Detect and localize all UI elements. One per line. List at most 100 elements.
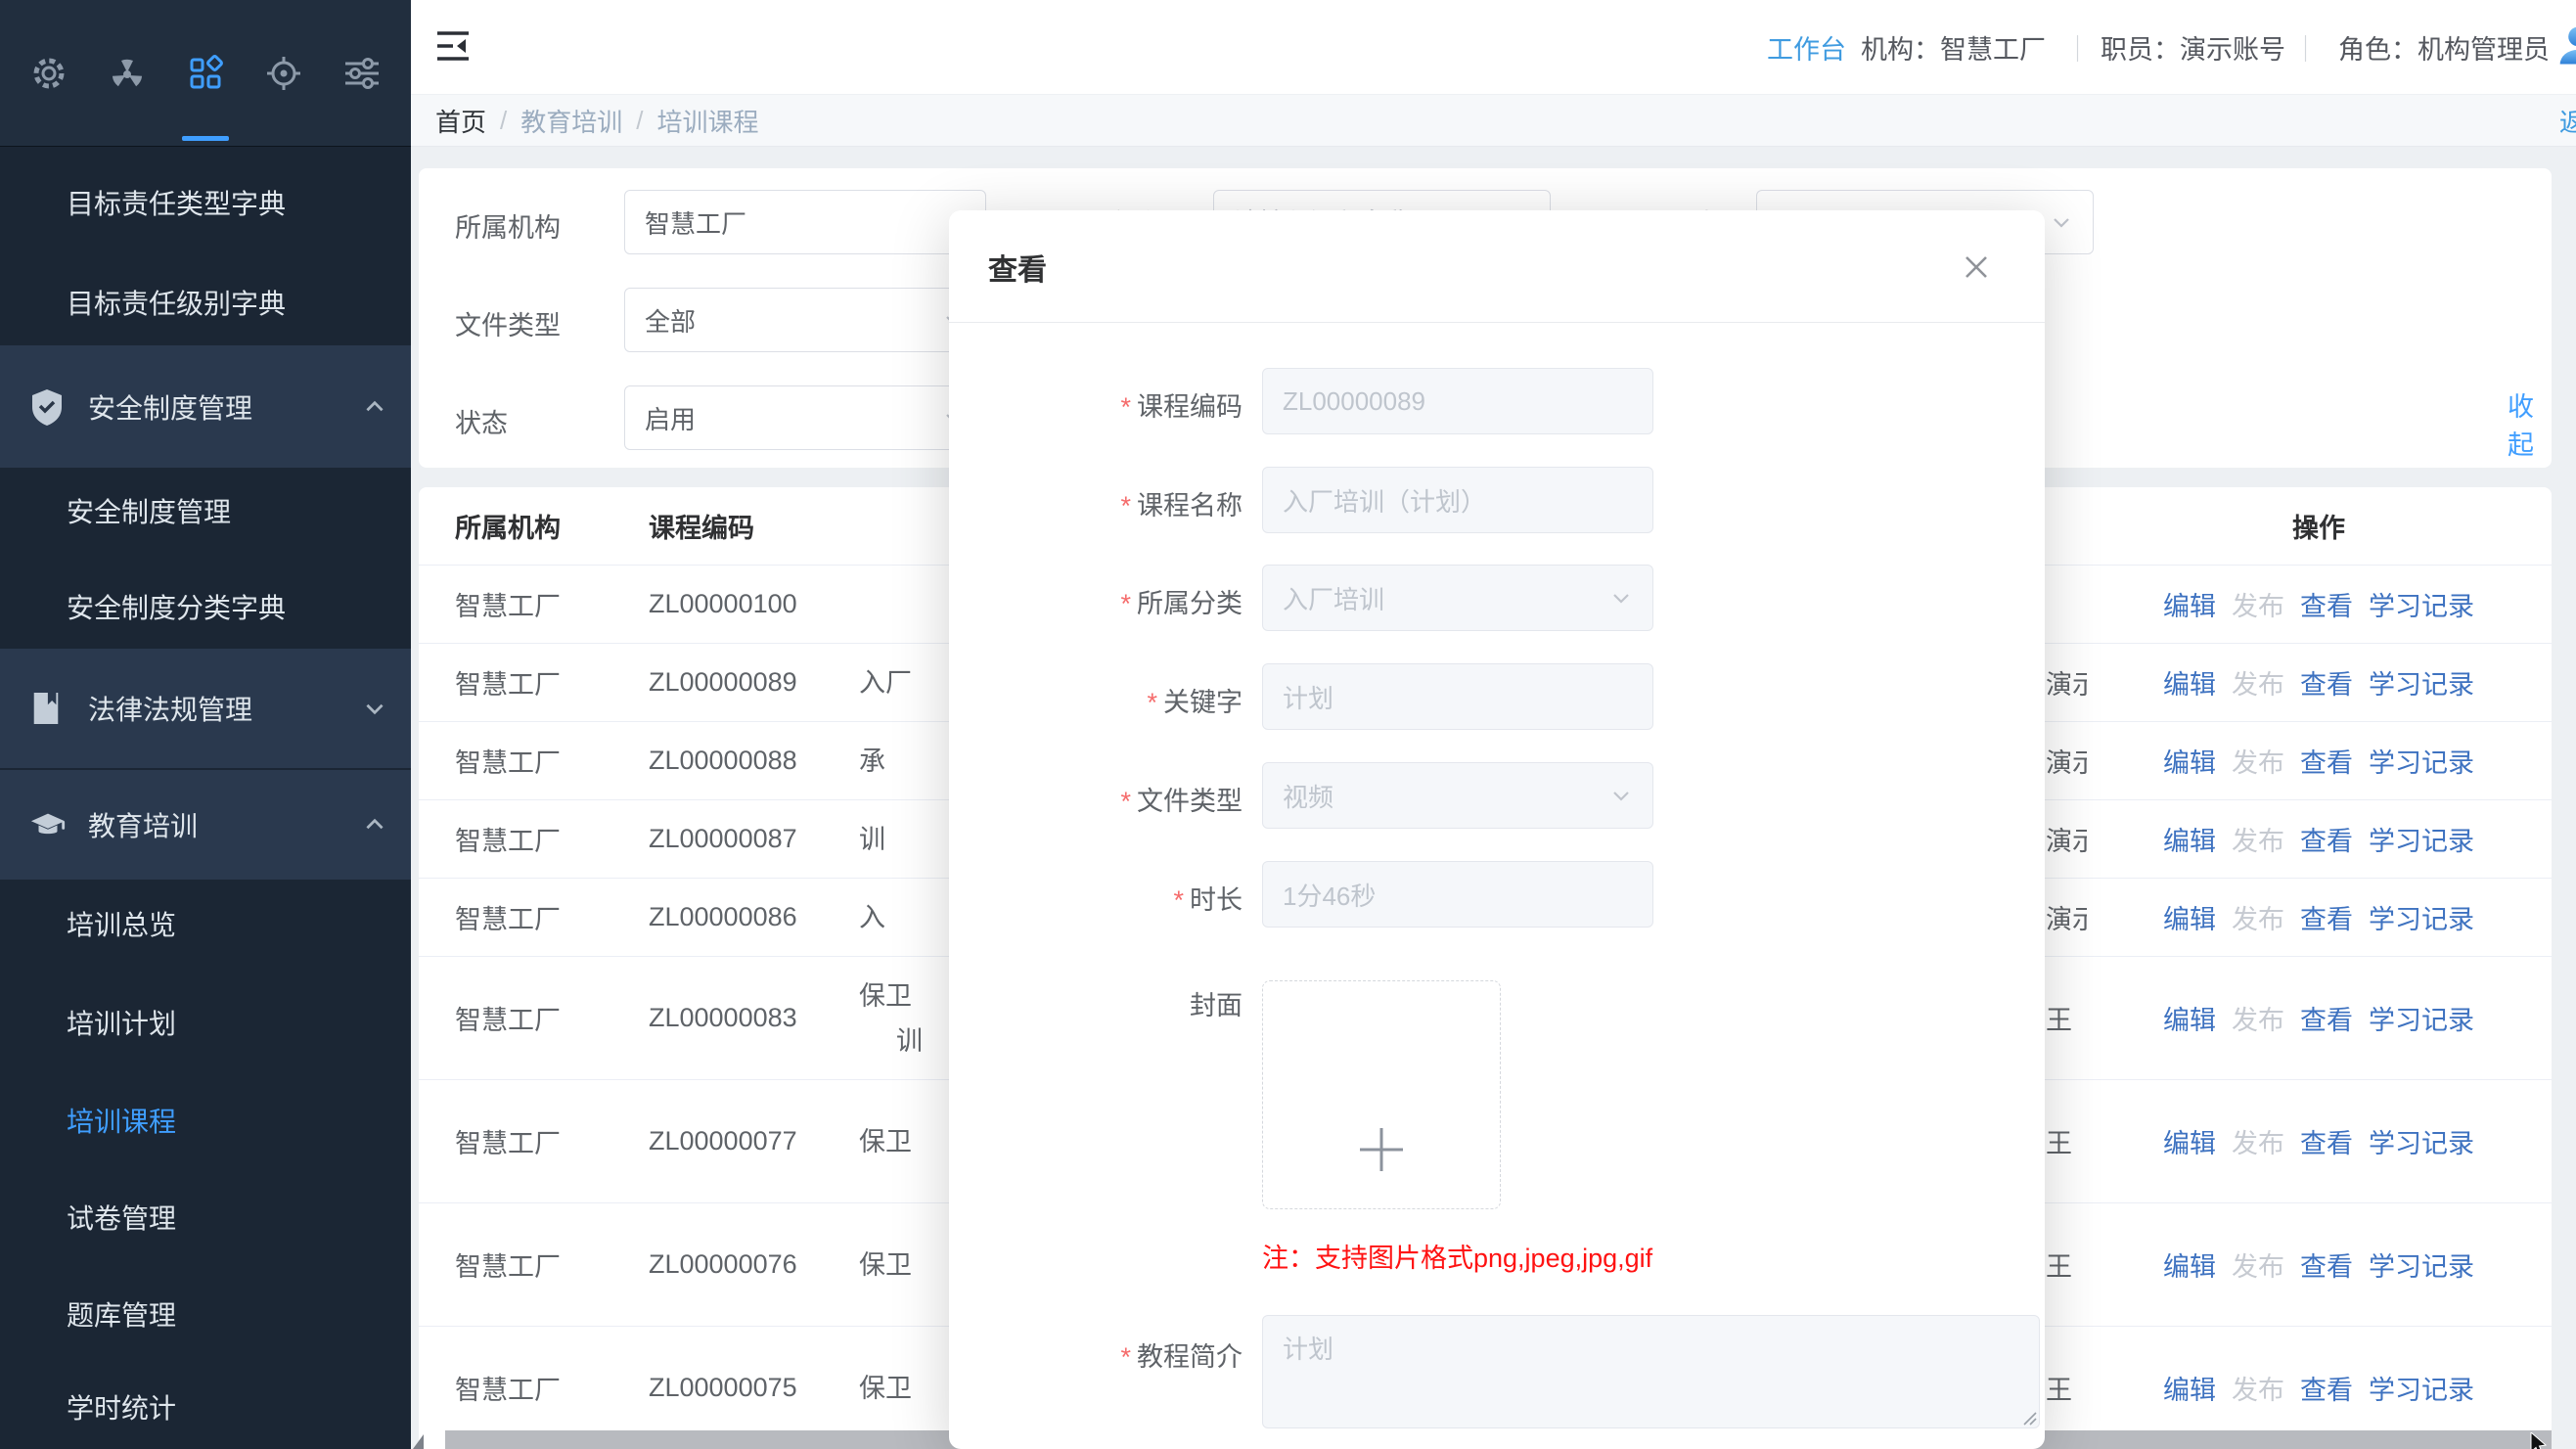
sidebar-item-target-level-dict[interactable]: 目标责任级别字典 [0, 253, 411, 351]
learning-records-link[interactable]: 学习记录 [2369, 585, 2474, 623]
view-link[interactable]: 查看 [2300, 1369, 2353, 1407]
learning-records-link[interactable]: 学习记录 [2369, 820, 2474, 858]
cell-course-name: 承 [859, 722, 949, 799]
cell-creator: 演示 [2046, 722, 2087, 799]
target-icon[interactable] [263, 53, 304, 94]
sidebar: 目标责任类型字典 目标责任级别字典 安全制度管理 安全制度管理 安全制度分类字典… [0, 0, 411, 1449]
sidebar-group-education[interactable]: 教育培训 [0, 770, 411, 880]
cell-code: ZL00000086 [649, 879, 797, 956]
learning-records-link[interactable]: 学习记录 [2369, 1245, 2474, 1284]
active-icon-underline [182, 136, 229, 141]
breadcrumb-overflow-link[interactable]: 返回 [2559, 103, 2576, 139]
learning-records-link[interactable]: 学习记录 [2369, 898, 2474, 936]
sliders-icon[interactable] [341, 53, 383, 94]
fan-icon[interactable] [107, 53, 148, 94]
view-link[interactable]: 查看 [2300, 820, 2353, 858]
view-link[interactable]: 查看 [2300, 1122, 2353, 1160]
topbar-separator: ｜ [2064, 0, 2091, 95]
learning-records-link[interactable]: 学习记录 [2369, 999, 2474, 1037]
sidebar-item-question-bank-mgmt[interactable]: 题库管理 [0, 1265, 411, 1363]
sidebar-group-label: 安全制度管理 [88, 387, 252, 427]
edit-link[interactable]: 编辑 [2163, 742, 2216, 780]
edit-link[interactable]: 编辑 [2163, 663, 2216, 702]
learning-records-link[interactable]: 学习记录 [2369, 663, 2474, 702]
sidebar-group-safety-system[interactable]: 安全制度管理 [0, 345, 411, 468]
filter-org-input[interactable] [624, 190, 986, 254]
edit-link[interactable]: 编辑 [2163, 999, 2216, 1037]
sidebar-item-safety-system-category-dict[interactable]: 安全制度分类字典 [0, 558, 411, 656]
role-info: 角色：机构管理员 [2338, 0, 2550, 95]
cell-course-name: 训 [859, 800, 949, 878]
view-course-dialog: 查看 *课程编码 *课程名称 *所属分类 入厂培训 *关键字 *文件类型 视频 … [949, 210, 2045, 1449]
breadcrumb-education[interactable]: 教育培训 [520, 103, 622, 139]
learning-records-link[interactable]: 学习记录 [2369, 1369, 2474, 1407]
workbench-link[interactable]: 工作台 [1767, 0, 1846, 95]
sidebar-item-label: 目标责任类型字典 [67, 183, 286, 222]
sidebar-item-target-type-dict[interactable]: 目标责任类型字典 [0, 154, 411, 251]
cell-actions: 编辑 发布 查看 学习记录 [2094, 1203, 2544, 1326]
sidebar-item-label: 培训课程 [67, 1101, 176, 1140]
field-keyword-input [1262, 663, 1653, 730]
cell-creator: 王 [2046, 1203, 2087, 1326]
cell-creator: 演示 [2046, 644, 2087, 721]
chevron-down-icon [362, 696, 387, 721]
view-link[interactable]: 查看 [2300, 999, 2353, 1037]
cell-code: ZL00000089 [649, 644, 797, 721]
filter-status-select[interactable]: 启用 [624, 385, 986, 450]
field-code-input [1262, 368, 1653, 434]
sidebar-item-training-overview[interactable]: 培训总览 [0, 875, 411, 973]
view-link[interactable]: 查看 [2300, 898, 2353, 936]
chevron-down-icon [1609, 784, 1633, 807]
breadcrumb-home[interactable]: 首页 [435, 103, 486, 139]
dialog-title: 查看 [988, 210, 1047, 323]
grid-icon[interactable] [185, 53, 226, 94]
table-corner-marker [413, 1434, 424, 1449]
publish-link: 发布 [2232, 742, 2284, 780]
field-label-duration: *时长 [969, 879, 1243, 917]
edit-link[interactable]: 编辑 [2163, 1245, 2216, 1284]
cell-creator: 王 [2046, 957, 2087, 1079]
sidebar-item-training-course[interactable]: 培训课程 [0, 1071, 411, 1169]
user-avatar[interactable] [2556, 23, 2576, 67]
sidebar-item-training-plan[interactable]: 培训计划 [0, 974, 411, 1071]
sidebar-item-hours-statistics[interactable]: 学时统计 [0, 1364, 411, 1449]
topbar-separator: ｜ [2292, 0, 2319, 95]
breadcrumb-course: 培训课程 [657, 103, 759, 139]
textarea-resize-handle[interactable] [2021, 1410, 2037, 1426]
publish-link: 发布 [2232, 820, 2284, 858]
learning-records-link[interactable]: 学习记录 [2369, 742, 2474, 780]
collapse-filters-link[interactable]: 收起 [2508, 385, 2552, 462]
field-filetype-select: 视频 [1262, 762, 1653, 829]
cell-actions: 编辑 发布 查看 学习记录 [2094, 566, 2544, 643]
sidebar-group-laws[interactable]: 法律法规管理 [0, 649, 411, 768]
cell-org: 智慧工厂 [455, 800, 561, 878]
breadcrumb-separator: / [636, 106, 643, 136]
field-intro-textarea: 计划 [1262, 1315, 2040, 1428]
edit-link[interactable]: 编辑 [2163, 1369, 2216, 1407]
edit-link[interactable]: 编辑 [2163, 1122, 2216, 1160]
learning-records-link[interactable]: 学习记录 [2369, 1122, 2474, 1160]
edit-link[interactable]: 编辑 [2163, 820, 2216, 858]
cover-upload-area[interactable] [1262, 980, 1501, 1209]
close-icon[interactable] [1959, 249, 1994, 285]
cell-code: ZL00000087 [649, 800, 797, 878]
cell-org: 智慧工厂 [455, 879, 561, 956]
view-link[interactable]: 查看 [2300, 1245, 2353, 1284]
menu-fold-icon[interactable] [435, 29, 471, 63]
sidebar-item-label: 安全制度分类字典 [67, 587, 286, 626]
sidebar-item-safety-system-mgmt[interactable]: 安全制度管理 [0, 462, 411, 560]
sidebar-item-label: 试卷管理 [67, 1198, 176, 1237]
view-link[interactable]: 查看 [2300, 742, 2353, 780]
mouse-cursor [2530, 1432, 2553, 1449]
cell-actions: 编辑 发布 查看 学习记录 [2094, 722, 2544, 799]
view-link[interactable]: 查看 [2300, 663, 2353, 702]
filter-file-type-value: 全部 [645, 302, 696, 339]
filter-status-label: 状态 [455, 402, 508, 440]
sidebar-item-exam-paper-mgmt[interactable]: 试卷管理 [0, 1168, 411, 1266]
filter-file-type-select[interactable]: 全部 [624, 288, 986, 352]
field-label-category: *所属分类 [969, 582, 1243, 620]
edit-link[interactable]: 编辑 [2163, 585, 2216, 623]
edit-link[interactable]: 编辑 [2163, 898, 2216, 936]
settings-icon[interactable] [28, 53, 69, 94]
view-link[interactable]: 查看 [2300, 585, 2353, 623]
